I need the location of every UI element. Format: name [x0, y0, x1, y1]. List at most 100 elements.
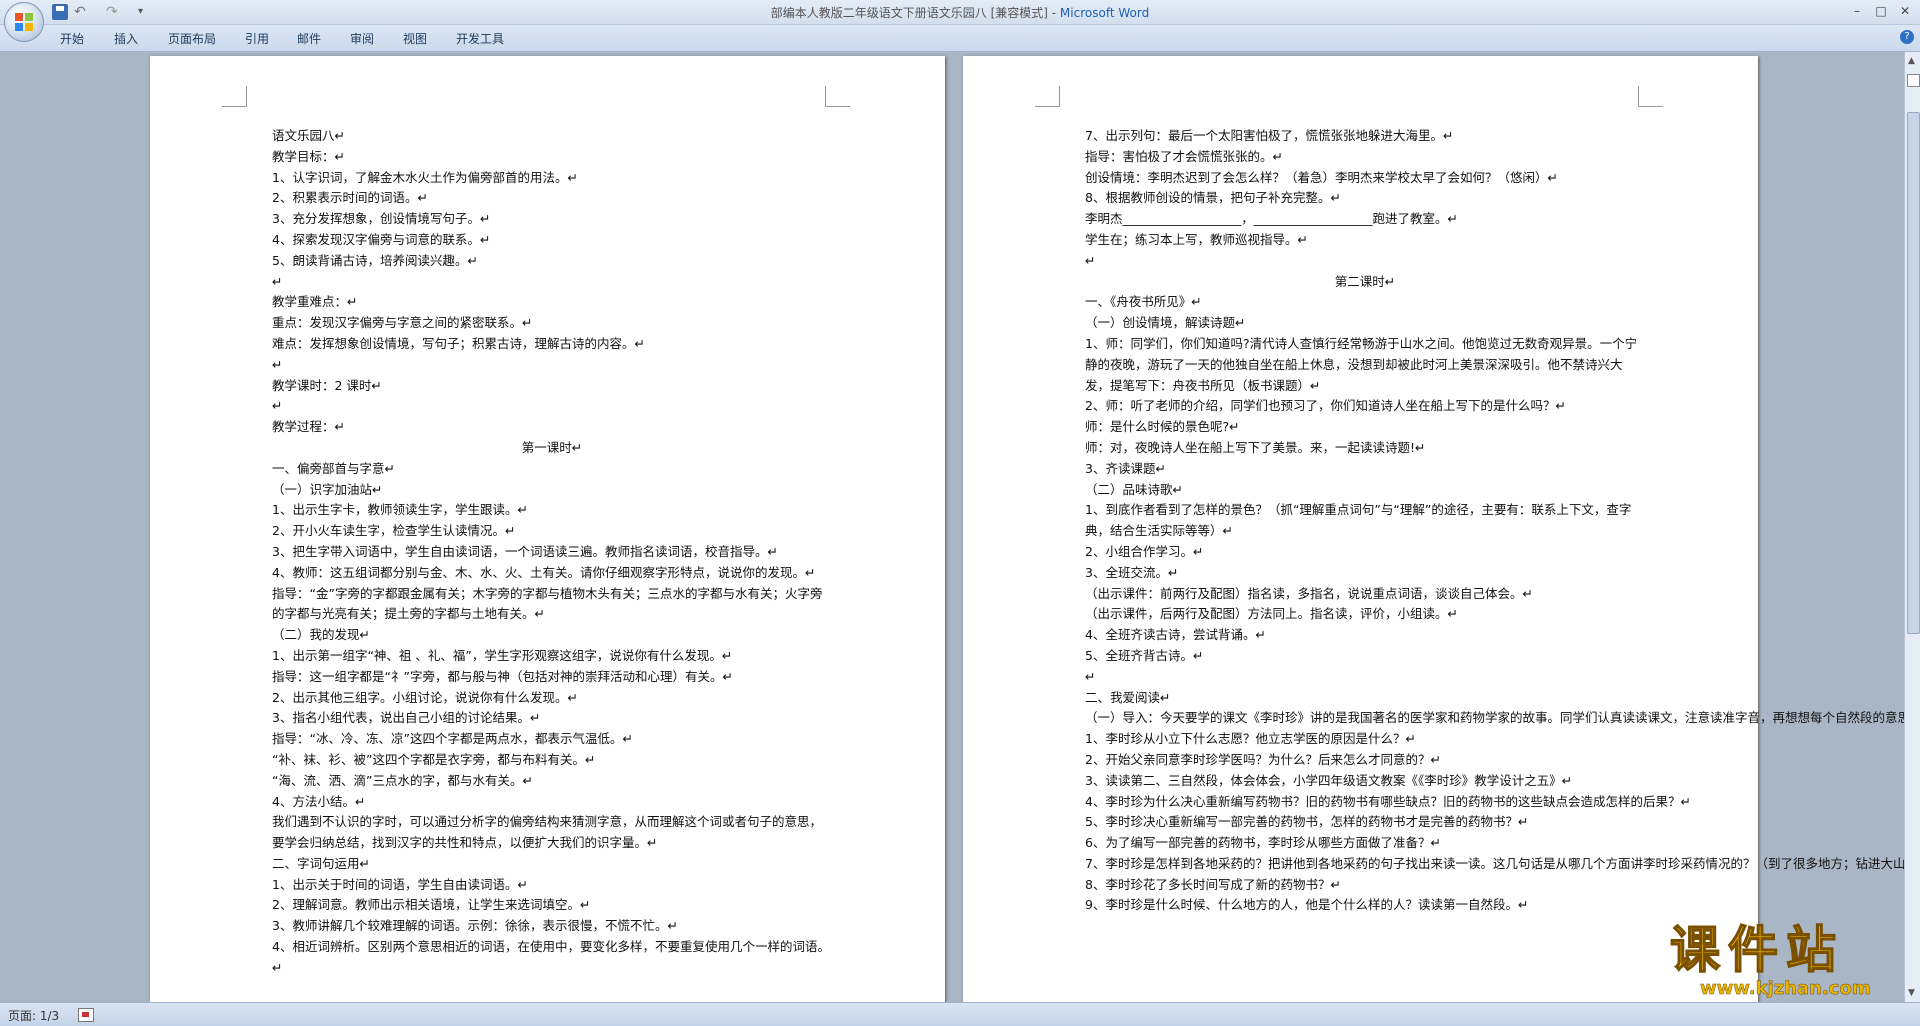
document-line[interactable]: 4、相近词辨析。区别两个意思相近的词语，在使用中，要变化多样，不要重复使用几个一… [272, 937, 832, 979]
document-line[interactable]: 教学过程：↵ [272, 417, 832, 438]
maximize-button[interactable]: □ [1870, 2, 1892, 20]
document-line[interactable]: 指导：“冰、冷、冻、凉”这四个字都是两点水，都表示气温低。↵ [272, 729, 832, 750]
document-line[interactable]: 3、齐读课题↵ [1085, 459, 1645, 480]
document-line[interactable]: 3、教师讲解几个较难理解的词语。示例：徐徐，表示很慢，不慌不忙。↵ [272, 916, 832, 937]
document-line[interactable]: （二）品味诗歌↵ [1085, 480, 1645, 501]
page-count-status[interactable]: 页面: 1/3 [8, 1007, 59, 1024]
document-line[interactable]: 难点：发挥想象创设情境，写句子；积累古诗，理解古诗的内容。↵ [272, 334, 832, 355]
document-line[interactable]: ↵ [272, 272, 832, 293]
document-line[interactable]: 3、把生字带入词语中，学生自由读词语，一个词语读三遍。教师指名读词语，校音指导。… [272, 542, 832, 563]
document-line[interactable]: 二、我爱阅读↵ [1085, 688, 1645, 709]
document-line[interactable]: 5、李时珍决心重新编写一部完善的药物书，怎样的药物书才是完善的药物书？↵ [1085, 812, 1645, 833]
view-ruler-icon[interactable] [1907, 74, 1920, 87]
document-line[interactable]: 8、根据教师创设的情景，把句子补充完整。↵ [1085, 188, 1645, 209]
document-line[interactable]: 1、出示第一组字“神、祖 、礼、福”，学生字形观察这组字，说说你有什么发现。↵ [272, 646, 832, 667]
document-line[interactable]: 二、字词句运用↵ [272, 854, 832, 875]
document-line[interactable]: 指导：这一组字都是“礻”字旁，都与般与神（包括对神的崇拜活动和心理）有关。↵ [272, 667, 832, 688]
document-line[interactable]: 4、探索发现汉字偏旁与词意的联系。↵ [272, 230, 832, 251]
scrollbar-thumb[interactable] [1907, 112, 1920, 634]
document-line[interactable]: 2、出示其他三组字。小组讨论，说说你有什么发现。↵ [272, 688, 832, 709]
document-line[interactable]: 1、出示生字卡，教师领读生字，学生跟读。↵ [272, 500, 832, 521]
document-line[interactable]: 1、李时珍从小立下什么志愿？他立志学医的原因是什么？↵ [1085, 729, 1645, 750]
document-line[interactable]: 8、李时珍花了多长时间写成了新的药物书？↵ [1085, 875, 1645, 896]
document-line[interactable]: 6、为了编写一部完善的药物书，李时珍从哪些方面做了准备？↵ [1085, 833, 1645, 854]
office-button[interactable] [4, 2, 44, 42]
document-line[interactable]: 4、全班齐读古诗，尝试背诵。↵ [1085, 625, 1645, 646]
tab-mailings[interactable]: 邮件 [297, 30, 321, 47]
document-line[interactable]: （出示课件，后两行及配图）方法同上。指名读，评价，小组读。↵ [1085, 604, 1645, 625]
document-line[interactable]: ↵ [272, 396, 832, 417]
document-line[interactable]: 4、教师：这五组词都分别与金、木、水、火、土有关。请你仔细观察字形特点，说说你的… [272, 563, 832, 584]
document-line[interactable]: 2、小组合作学习。↵ [1085, 542, 1645, 563]
scroll-up-icon[interactable]: ▲ [1908, 56, 1915, 66]
document-line[interactable]: （二）我的发现↵ [272, 625, 832, 646]
document-line[interactable]: 学生在；练习本上写，教师巡视指导。↵ [1085, 230, 1645, 251]
vertical-scrollbar[interactable]: ▲ ▼ [1904, 52, 1920, 1002]
document-line[interactable]: 创设情境：李明杰迟到了会怎么样？（着急）李明杰来学校太早了会如何？（悠闲）↵ [1085, 168, 1645, 189]
document-line[interactable]: 师：是什么时候的景色呢?↵ [1085, 417, 1645, 438]
document-line[interactable]: 4、方法小结。↵ [272, 792, 832, 813]
document-line[interactable]: “补、袜、衫、被”这四个字都是衣字旁，都与布料有关。↵ [272, 750, 832, 771]
document-line[interactable]: “海、流、洒、滴”三点水的字，都与水有关。↵ [272, 771, 832, 792]
document-line[interactable]: 1、认字识词，了解金木水火土作为偏旁部首的用法。↵ [272, 168, 832, 189]
tab-view[interactable]: 视图 [403, 30, 427, 47]
watermark-url: www.kjzhan.com [1700, 978, 1871, 1000]
document-line[interactable]: 教学目标：↵ [272, 147, 832, 168]
document-line[interactable]: 指导：害怕极了才会慌慌张张的。↵ [1085, 147, 1645, 168]
document-line[interactable]: 3、读读第二、三自然段，体会体会，小学四年级语文教案《《李时珍》教学设计之五》↵ [1085, 771, 1645, 792]
tab-developer[interactable]: 开发工具 [456, 30, 504, 47]
tab-page-layout[interactable]: 页面布局 [168, 30, 216, 47]
page-text-right[interactable]: 7、出示列句：最后一个太阳害怕极了，慌慌张张地躲进大海里。↵ 指导：害怕极了才会… [1085, 126, 1904, 916]
document-line[interactable]: 教学重难点：↵ [272, 292, 832, 313]
document-line[interactable]: 4、李时珍为什么决心重新编写药物书？旧的药物书有哪些缺点？旧的药物书的这些缺点会… [1085, 792, 1691, 813]
document-line[interactable]: 我们遇到不认识的字时，可以通过分析字的偏旁结构来猜测字意，从而理解这个词或者句子… [272, 812, 832, 854]
document-line[interactable]: 7、出示列句：最后一个太阳害怕极了，慌慌张张地躲进大海里。↵ [1085, 126, 1645, 147]
margin-corner-mark [825, 86, 850, 107]
document-line[interactable]: （一）导入：今天要学的课文《李时珍》讲的是我国著名的医学家和药物学家的故事。同学… [1085, 708, 1904, 729]
title-bar: ↶ ↷ ▾ 部编本人教版二年级语文下册语文乐园八 [兼容模式] - Micros… [0, 0, 1920, 25]
document-line[interactable]: ↵ [1085, 251, 1645, 272]
document-line[interactable]: 教学课时：2 课时↵ [272, 376, 832, 397]
document-line[interactable]: 第二课时↵ [1085, 272, 1645, 293]
page-text-left[interactable]: 语文乐园八↵ 教学目标：↵ 1、认字识词，了解金木水火土作为偏旁部首的用法。↵ 2、积… [272, 126, 832, 979]
close-button[interactable]: ✕ [1894, 2, 1916, 20]
document-line[interactable]: 3、指名小组代表，说出自己小组的讨论结果。↵ [272, 708, 832, 729]
document-line[interactable]: 一、《舟夜书所见》↵ [1085, 292, 1645, 313]
document-line[interactable]: 指导：“金”字旁的字都跟金属有关；木字旁的字都与植物木头有关；三点水的字都与水有… [272, 584, 832, 626]
document-line[interactable]: 1、出示关于时间的词语，学生自由读词语。↵ [272, 875, 832, 896]
document-line[interactable]: 1、到底作者看到了怎样的景色？（抓“理解重点词句”与“理解”的途径，主要有：联系… [1085, 500, 1645, 542]
tab-references[interactable]: 引用 [245, 30, 269, 47]
document-line[interactable]: 1、师：同学们，你们知道吗?清代诗人查慎行经常畅游于山水之间。他饱览过无数奇观异… [1085, 334, 1645, 396]
document-line[interactable]: 3、全班交流。↵ [1085, 563, 1645, 584]
document-line[interactable]: 师：对，夜晚诗人坐在船上写下了美景。来，一起读读诗题!↵ [1085, 438, 1645, 459]
document-line[interactable]: 7、李时珍是怎样到各地采药的？把讲他到各地采药的句子找出来读一读。这几句话是从哪… [1085, 854, 1904, 875]
document-line[interactable]: 5、全班齐背古诗。↵ [1085, 646, 1645, 667]
document-line[interactable]: （一）创设情境，解读诗题↵ [1085, 313, 1645, 334]
document-line[interactable]: （一）识字加油站↵ [272, 480, 832, 501]
help-icon[interactable]: ? [1900, 30, 1914, 44]
document-page-1[interactable]: 语文乐园八↵ 教学目标：↵ 1、认字识词，了解金木水火土作为偏旁部首的用法。↵ 2、积… [150, 56, 945, 1002]
site-watermark-logo: 课件站 www.kjzhan.com [1669, 920, 1915, 1005]
document-line[interactable]: 2、开小火车读生字，检查学生认读情况。↵ [272, 521, 832, 542]
document-line[interactable]: 5、朗读背诵古诗，培养阅读兴趣。↵ [272, 251, 832, 272]
tab-home[interactable]: 开始 [60, 30, 84, 47]
document-line[interactable]: 9、李时珍是什么时候、什么地方的人，他是个什么样的人？读读第一自然段。↵ [1085, 895, 1645, 916]
minimize-button[interactable]: – [1846, 2, 1868, 20]
document-line[interactable]: 李明杰___________________，_________________… [1085, 209, 1645, 230]
document-line[interactable]: 重点：发现汉字偏旁与字意之间的紧密联系。↵ [272, 313, 832, 334]
document-line[interactable]: ↵ [272, 355, 832, 376]
document-line[interactable]: 语文乐园八↵ [272, 126, 832, 147]
document-line[interactable]: 2、开始父亲同意李时珍学医吗？为什么？后来怎么才同意的？↵ [1085, 750, 1645, 771]
document-line[interactable]: 2、积累表示时间的词语。↵ [272, 188, 832, 209]
document-line[interactable]: 2、师：听了老师的介绍，同学们也预习了，你们知道诗人坐在船上写下的是什么吗？↵ [1085, 396, 1645, 417]
tab-insert[interactable]: 插入 [114, 30, 138, 47]
document-line[interactable]: （出示课件：前两行及配图）指名读，多指名，说说重点词语，谈谈自己体会。↵ [1085, 584, 1645, 605]
document-line[interactable]: ↵ [1085, 667, 1645, 688]
tab-review[interactable]: 审阅 [350, 30, 374, 47]
document-line[interactable]: 第一课时↵ [272, 438, 832, 459]
document-line[interactable]: 3、充分发挥想象，创设情境写句子。↵ [272, 209, 832, 230]
document-line[interactable]: 一、偏旁部首与字意↵ [272, 459, 832, 480]
document-line[interactable]: 2、理解词意。教师出示相关语境，让学生来选词填空。↵ [272, 895, 832, 916]
proofing-icon[interactable] [78, 1008, 94, 1022]
document-page-2[interactable]: 7、出示列句：最后一个太阳害怕极了，慌慌张张地躲进大海里。↵ 指导：害怕极了才会… [963, 56, 1904, 1002]
